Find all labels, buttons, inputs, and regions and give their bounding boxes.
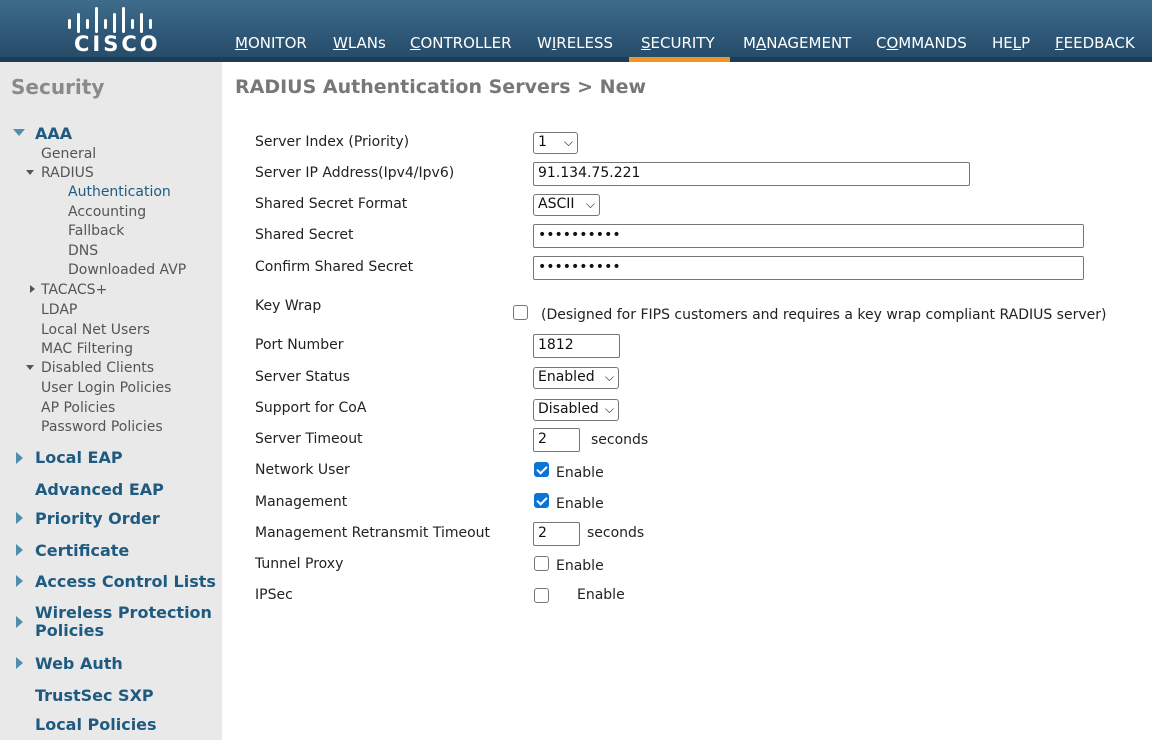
nav-active-indicator [629,57,730,62]
network-user-checkbox[interactable] [534,462,549,477]
coa-select[interactable]: Disabled ⌵ [533,399,619,421]
tunnel-proxy-enable-label: Enable [556,558,604,574]
select-value: Disabled [538,401,599,417]
network-user-enable-label: Enable [556,465,604,481]
secret-format-select[interactable]: ASCII ⌵ [533,194,600,216]
key-wrap-note: (Designed for FIPS customers and require… [541,307,1107,323]
nav-commands[interactable]: COMMANDS [876,34,967,62]
sidebar-item-advanced-eap[interactable]: Advanced EAP [35,480,164,499]
confirm-secret-label: Confirm Shared Secret [255,259,414,275]
sidebar-item-downloaded-avp[interactable]: Downloaded AVP [68,262,186,278]
server-ip-label: Server IP Address(Ipv4/Ipv6) [255,165,455,181]
sidebar-item-ldap[interactable]: LDAP [41,302,77,318]
sidebar-item-radius[interactable]: RADIUS [41,165,94,181]
server-index-label: Server Index (Priority) [255,134,410,150]
top-header: CISCO MONITOR WLANs CONTROLLER WIRELESS … [0,0,1152,62]
sidebar-item-dns[interactable]: DNS [68,243,98,259]
shared-secret-label: Shared Secret [255,227,354,243]
sidebar-item-disabled-clients[interactable]: Disabled Clients [41,360,154,376]
ipsec-checkbox[interactable] [534,588,549,603]
cisco-logo: CISCO [62,5,158,56]
sidebar-item-trustsec-sxp[interactable]: TrustSec SXP [35,686,154,705]
coa-label: Support for CoA [255,400,367,416]
select-value: Enabled [538,369,595,385]
sidebar-item-aaa[interactable]: AAA [35,124,72,143]
sidebar: Security AAA General RADIUS Authenticati… [0,62,222,740]
sidebar-item-mac-filtering[interactable]: MAC Filtering [41,341,133,357]
sidebar-item-wireless-protection-policies[interactable]: Wireless Protection Policies [35,604,212,640]
sidebar-item-certificate[interactable]: Certificate [35,541,129,560]
select-value: ASCII [538,196,575,212]
nav-monitor[interactable]: MONITOR [235,34,307,62]
confirm-secret-input[interactable]: •••••••••• [533,256,1084,280]
sidebar-item-label: Wireless Protection [35,603,212,622]
server-timeout-unit: seconds [591,432,649,448]
select-value: 1 [538,134,547,150]
sidebar-item-user-login-policies[interactable]: User Login Policies [41,380,171,396]
tunnel-proxy-label: Tunnel Proxy [255,556,344,572]
sidebar-item-password-policies[interactable]: Password Policies [41,419,163,435]
key-wrap-checkbox[interactable] [513,305,528,320]
sidebar-item-ap-policies[interactable]: AP Policies [41,400,115,416]
chevron-down-icon: ⌵ [604,370,614,384]
sidebar-item-access-control-lists[interactable]: Access Control Lists [35,572,216,591]
sidebar-item-accounting[interactable]: Accounting [68,204,146,220]
server-timeout-input[interactable]: 2 [533,428,580,452]
chevron-down-icon: ⌵ [604,402,614,416]
sidebar-item-general[interactable]: General [41,146,96,162]
sidebar-item-fallback[interactable]: Fallback [68,223,124,239]
secret-format-label: Shared Secret Format [255,196,408,212]
mgmt-retransmit-unit: seconds [587,525,645,541]
sidebar-item-authentication[interactable]: Authentication [68,184,171,200]
ipsec-label: IPSec [255,587,293,603]
nav-management[interactable]: MANAGEMENT [743,34,851,62]
sidebar-item-local-eap[interactable]: Local EAP [35,448,123,467]
collapsed-arrow-icon[interactable] [16,657,23,669]
sidebar-item-web-auth[interactable]: Web Auth [35,654,123,673]
key-wrap-label: Key Wrap [255,298,322,314]
tunnel-proxy-checkbox[interactable] [534,556,549,571]
port-input[interactable]: 1812 [533,334,620,358]
chevron-down-icon: ⌵ [563,135,573,149]
port-label: Port Number [255,337,344,353]
collapsed-arrow-icon[interactable] [16,512,23,524]
sidebar-title: Security [11,75,105,99]
expanded-arrow-icon[interactable] [26,170,34,175]
nav-feedback[interactable]: FEEDBACK [1055,34,1135,62]
management-enable-label: Enable [556,496,604,512]
logo-text: CISCO [74,32,161,56]
collapsed-arrow-icon[interactable] [16,544,23,556]
expanded-arrow-icon[interactable] [26,365,34,370]
nav-controller[interactable]: CONTROLLER [410,34,512,62]
collapsed-arrow-icon[interactable] [16,616,23,628]
mgmt-retransmit-input[interactable]: 2 [533,522,580,546]
sidebar-item-local-policies[interactable]: Local Policies [35,715,157,734]
server-index-select[interactable]: 1 ⌵ [533,132,578,154]
server-ip-input[interactable]: 91.134.75.221 [533,162,970,186]
management-checkbox[interactable] [534,493,549,508]
nav-wlans[interactable]: WLANs [333,34,386,62]
collapsed-arrow-icon[interactable] [16,575,23,587]
server-status-select[interactable]: Enabled ⌵ [533,367,619,389]
expanded-arrow-icon[interactable] [13,129,25,136]
shared-secret-input[interactable]: •••••••••• [533,224,1084,248]
collapsed-arrow-icon[interactable] [30,285,35,293]
sidebar-item-priority-order[interactable]: Priority Order [35,509,160,528]
management-label: Management [255,494,348,510]
sidebar-item-local-net-users[interactable]: Local Net Users [41,322,150,338]
page-title: RADIUS Authentication Servers > New [235,76,647,98]
mgmt-retransmit-label: Management Retransmit Timeout [255,525,491,541]
ipsec-enable-label: Enable [577,587,625,603]
sidebar-item-tacacs[interactable]: TACACS+ [41,282,107,298]
server-timeout-label: Server Timeout [255,431,363,447]
collapsed-arrow-icon[interactable] [16,452,23,464]
nav-wireless[interactable]: WIRELESS [537,34,613,62]
chevron-down-icon: ⌵ [585,197,595,211]
server-status-label: Server Status [255,369,350,385]
sidebar-item-label: Policies [35,621,105,640]
nav-help[interactable]: HELP [992,34,1030,62]
network-user-label: Network User [255,462,350,478]
